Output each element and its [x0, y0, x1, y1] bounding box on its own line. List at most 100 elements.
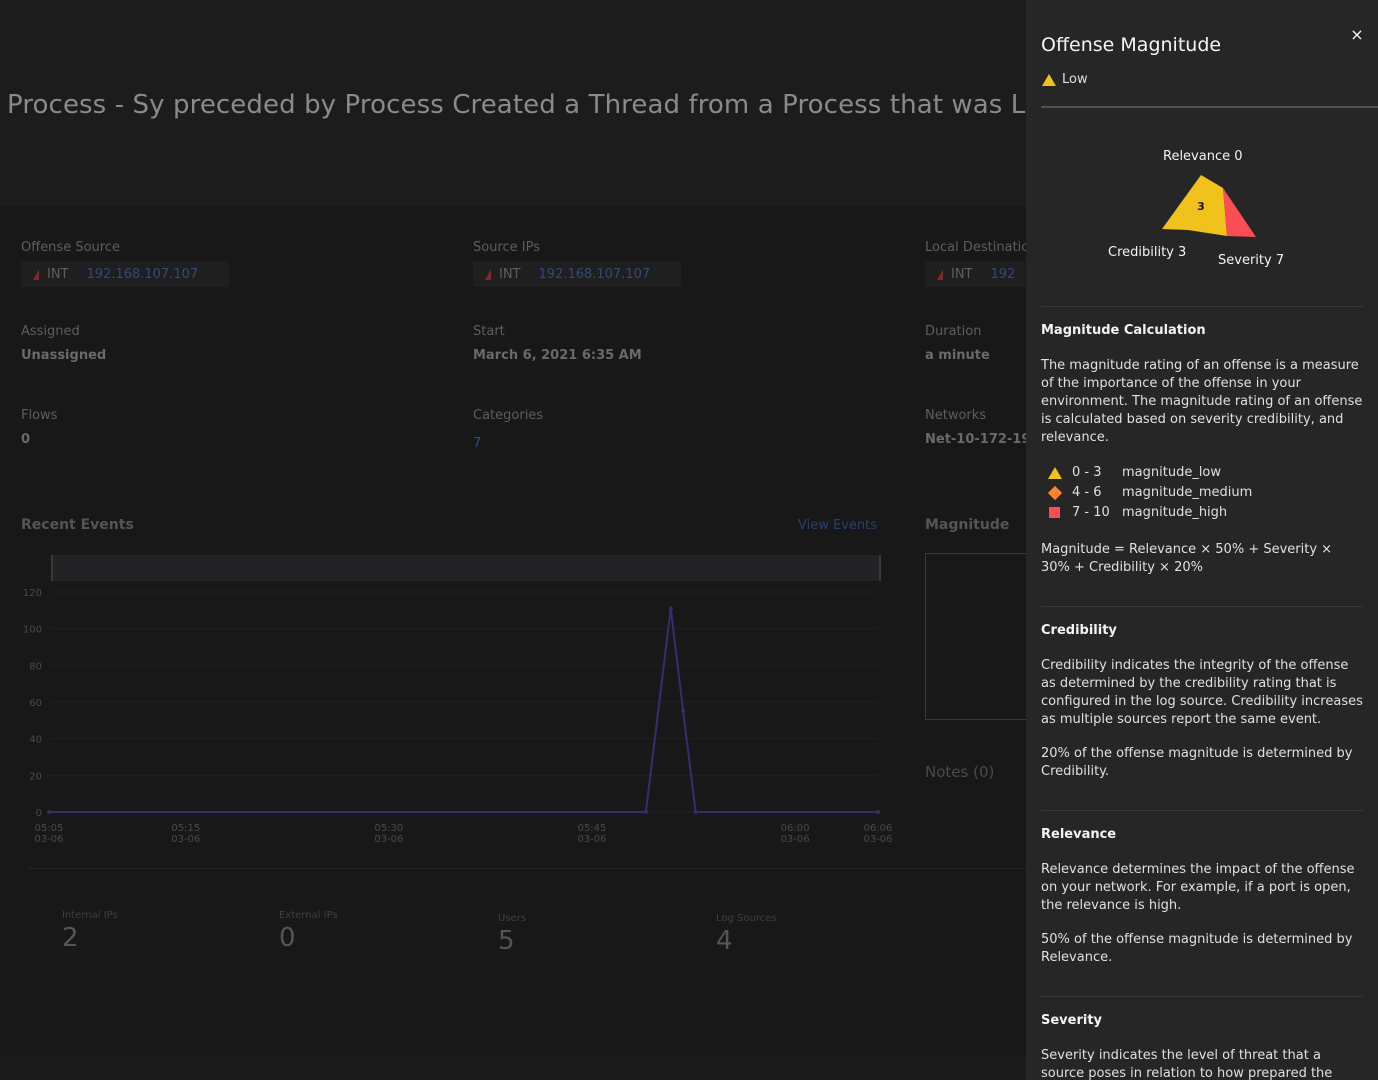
- start-label: Start: [473, 324, 505, 339]
- data-point: [681, 709, 686, 714]
- x-tick-sublabel: 03-06: [374, 834, 403, 845]
- legend-name: magnitude_low: [1122, 465, 1222, 480]
- legend-name: magnitude_high: [1122, 505, 1228, 520]
- y-tick-label: 60: [29, 698, 42, 709]
- y-tick-label: 40: [29, 735, 42, 746]
- legend-medium: 4 - 6 magnitude_medium: [1047, 485, 1253, 500]
- section-divider: [1041, 996, 1363, 997]
- magnitude-level: Low: [1042, 72, 1088, 87]
- ip-link[interactable]: 192.168.107.107: [539, 267, 651, 282]
- offense-source-ip-chip[interactable]: INT 192.168.107.107: [21, 261, 229, 287]
- local-destination-field: Local Destinatic INT 192: [925, 240, 1028, 287]
- x-tick-label: 05:45: [578, 823, 607, 834]
- duration-label: Duration: [925, 324, 982, 339]
- severity-flag-icon: [485, 268, 491, 280]
- recent-events-chart: 02040608010012005:0503-0605:1503-0605:30…: [23, 588, 893, 845]
- panel-divider: [1041, 106, 1378, 108]
- close-icon[interactable]: ×: [1346, 24, 1368, 46]
- stat-value[interactable]: 4: [716, 926, 777, 956]
- start-value: March 6, 2021 6:35 AM: [473, 348, 642, 363]
- time-range-slider[interactable]: [51, 555, 881, 581]
- relevance-body: Relevance determines the impact of the o…: [1041, 862, 1355, 913]
- stat-label: External IPs: [279, 910, 338, 921]
- x-tick-sublabel: 03-06: [577, 834, 606, 845]
- stat-value[interactable]: 5: [498, 926, 526, 956]
- section-divider: [1041, 810, 1363, 811]
- duration-value: a minute: [925, 348, 990, 363]
- view-events-link[interactable]: View Events: [798, 518, 877, 533]
- legend-high: 7 - 10 magnitude_high: [1048, 505, 1227, 520]
- x-tick-label: 05:15: [171, 823, 200, 834]
- page-title: Process - Sy preceded by Process Created…: [7, 90, 1075, 120]
- relevance-note: 50% of the offense magnitude is determin…: [1041, 932, 1353, 965]
- duration-field: Duration a minute: [925, 324, 990, 363]
- magnitude-title: Magnitude: [925, 517, 1010, 533]
- credibility-label: Credibility 3: [1108, 245, 1186, 260]
- section-divider: [1041, 606, 1363, 607]
- credibility-body: Credibility indicates the integrity of t…: [1041, 658, 1363, 727]
- y-tick-label: 0: [36, 808, 42, 819]
- networks-value: Net-10-172-19: [925, 432, 1031, 447]
- legend-range: 7 - 10: [1072, 505, 1110, 520]
- relevance-label: Relevance 0: [1163, 149, 1243, 164]
- start-field: Start March 6, 2021 6:35 AM: [473, 324, 642, 363]
- x-tick-sublabel: 03-06: [863, 834, 892, 845]
- source-ip-chip[interactable]: INT 192.168.107.107: [473, 261, 681, 287]
- legend-name: magnitude_medium: [1122, 485, 1253, 500]
- divider: [28, 868, 1028, 869]
- networks-label: Networks: [925, 408, 987, 423]
- stat-value[interactable]: 0: [279, 923, 338, 953]
- offense-source-label: Offense Source: [21, 240, 120, 255]
- data-point: [693, 810, 698, 814]
- local-destination-ip-chip[interactable]: INT 192: [925, 261, 1025, 287]
- y-tick-label: 100: [23, 625, 42, 636]
- magnitude-polygon: [1162, 175, 1227, 236]
- x-tick-sublabel: 03-06: [171, 834, 200, 845]
- stat-users: Users 5: [498, 913, 526, 956]
- ip-link[interactable]: 192.168.107.107: [87, 267, 199, 282]
- network-tag: INT: [47, 266, 69, 282]
- diamond-icon: [1047, 485, 1063, 500]
- legend-range: 0 - 3: [1072, 465, 1102, 480]
- severity-body: Severity indicates the level of threat t…: [1041, 1048, 1333, 1080]
- stat-label: Log Sources: [716, 913, 777, 924]
- severity-label: Severity 7: [1218, 253, 1284, 268]
- severity-segment: [1223, 188, 1256, 237]
- network-tag: INT: [499, 266, 521, 282]
- severity-heading: Severity: [1041, 1013, 1103, 1028]
- square-icon: [1049, 507, 1060, 518]
- calc-body: The magnitude rating of an offense is a …: [1041, 358, 1363, 445]
- ip-link[interactable]: 192: [991, 267, 1016, 282]
- x-tick-label: 05:30: [374, 823, 403, 834]
- source-ips-label: Source IPs: [473, 240, 540, 255]
- panel-title: Offense Magnitude: [1041, 34, 1222, 56]
- flows-field: Flows 0: [21, 408, 57, 447]
- triangle-icon: [1048, 466, 1062, 479]
- severity-flag-icon: [33, 268, 39, 280]
- legend-range: 4 - 6: [1072, 485, 1102, 500]
- categories-link[interactable]: 7: [473, 436, 543, 451]
- calc-heading: Magnitude Calculation: [1041, 323, 1206, 338]
- stat-value[interactable]: 2: [62, 923, 118, 953]
- assigned-field: Assigned Unassigned: [21, 324, 106, 363]
- network-tag: INT: [951, 266, 973, 282]
- y-tick-label: 20: [29, 771, 42, 782]
- assigned-value[interactable]: Unassigned: [21, 348, 106, 363]
- credibility-heading: Credibility: [1041, 623, 1117, 638]
- x-tick-sublabel: 03-06: [34, 834, 63, 845]
- flows-value: 0: [21, 432, 31, 447]
- warning-triangle-icon: [1042, 73, 1056, 86]
- legend-low: 0 - 3 magnitude_low: [1048, 465, 1221, 480]
- stat-label: Internal IPs: [62, 910, 118, 921]
- x-tick-sublabel: 03-06: [781, 834, 810, 845]
- x-tick-label: 05:05: [35, 823, 64, 834]
- series-line: [49, 608, 878, 813]
- credibility-note: 20% of the offense magnitude is determin…: [1041, 746, 1353, 779]
- magnitude-value: 3: [1197, 200, 1205, 213]
- stat-log-sources: Log Sources 4: [716, 913, 777, 956]
- offense-magnitude-panel: Offense Magnitude × Low Relevance 0 3 Cr…: [1026, 0, 1378, 1080]
- x-tick-label: 06:00: [781, 823, 810, 834]
- categories-label: Categories: [473, 408, 544, 423]
- stat-external-ips: External IPs 0: [279, 910, 338, 953]
- y-tick-label: 80: [29, 661, 42, 672]
